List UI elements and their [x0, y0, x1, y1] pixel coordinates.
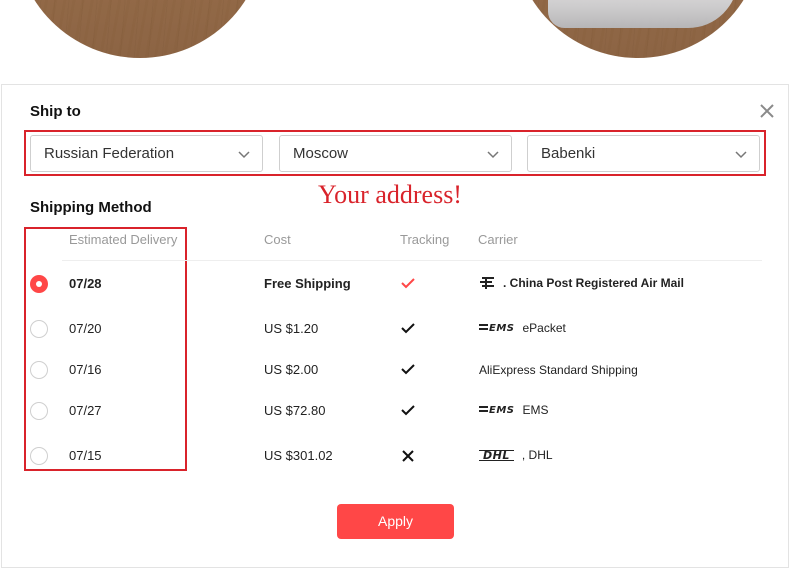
- shipping-cost: US $2.00: [264, 362, 319, 377]
- delivery-date: 07/28: [69, 276, 102, 291]
- delivery-date: 07/16: [69, 362, 102, 377]
- city-value: Babenki: [541, 145, 596, 162]
- radio-option[interactable]: [30, 402, 48, 420]
- region-select[interactable]: Moscow: [279, 135, 512, 172]
- delivery-date: 07/20: [69, 321, 102, 336]
- region-value: Moscow: [293, 145, 349, 162]
- delivery-highlight-box: [24, 227, 187, 471]
- chevron-down-icon: [238, 151, 250, 159]
- carrier-cell: DHL , DHL: [479, 445, 553, 465]
- country-value: Russian Federation: [44, 145, 175, 162]
- carrier-name: , DHL: [521, 448, 553, 462]
- header-cost: Cost: [264, 232, 291, 247]
- apply-button[interactable]: Apply: [337, 504, 454, 539]
- check-icon: [401, 323, 415, 334]
- delivery-date: 07/27: [69, 403, 102, 418]
- chevron-down-icon: [487, 151, 499, 159]
- carrier-name: AliExpress Standard Shipping: [479, 363, 638, 377]
- header-divider: [62, 260, 762, 261]
- ems-logo: EMS: [479, 322, 515, 334]
- country-select[interactable]: Russian Federation: [30, 135, 263, 172]
- radio-option[interactable]: [30, 447, 48, 465]
- dhl-logo: DHL: [479, 449, 514, 461]
- radio-option[interactable]: [30, 320, 48, 338]
- cross-icon: [402, 450, 414, 462]
- shipping-dialog: Ship to Russian Federation Moscow Babenk…: [1, 84, 789, 568]
- ems-logo: EMS: [479, 404, 515, 416]
- carrier-name: . China Post Registered Air Mail: [503, 276, 684, 290]
- header-carrier: Carrier: [478, 232, 518, 247]
- radio-option[interactable]: [30, 361, 48, 379]
- close-icon: [760, 104, 774, 118]
- city-select[interactable]: Babenki: [527, 135, 760, 172]
- shipping-cost: Free Shipping: [264, 276, 351, 291]
- carrier-cell: . China Post Registered Air Mail: [479, 273, 684, 293]
- shipping-cost: US $301.02: [264, 448, 333, 463]
- product-thumbnail-wood: [15, 0, 265, 58]
- product-thumbnail-glass: [513, 0, 763, 58]
- check-icon: [401, 364, 415, 375]
- product-thumbnails: [0, 0, 790, 84]
- address-annotation: Your address!: [318, 180, 462, 209]
- ship-to-title: Ship to: [30, 103, 81, 120]
- check-icon: [401, 405, 415, 416]
- carrier-name: ePacket: [522, 321, 566, 335]
- radio-selected[interactable]: [30, 275, 48, 293]
- delivery-date: 07/15: [69, 448, 102, 463]
- check-red-icon: [401, 278, 415, 289]
- carrier-cell: AliExpress Standard Shipping: [479, 360, 638, 380]
- shipping-method-title: Shipping Method: [30, 199, 152, 216]
- shipping-cost: US $1.20: [264, 321, 319, 336]
- china-post-logo-icon: [480, 277, 494, 289]
- carrier-cell: EMS EMS: [479, 400, 549, 420]
- carrier-cell: EMS ePacket: [479, 318, 566, 338]
- header-tracking: Tracking: [400, 232, 450, 247]
- header-estimated-delivery: Estimated Delivery: [69, 232, 178, 247]
- carrier-name: EMS: [522, 403, 549, 417]
- shipping-cost: US $72.80: [264, 403, 326, 418]
- chevron-down-icon: [735, 151, 747, 159]
- close-button[interactable]: [755, 99, 779, 123]
